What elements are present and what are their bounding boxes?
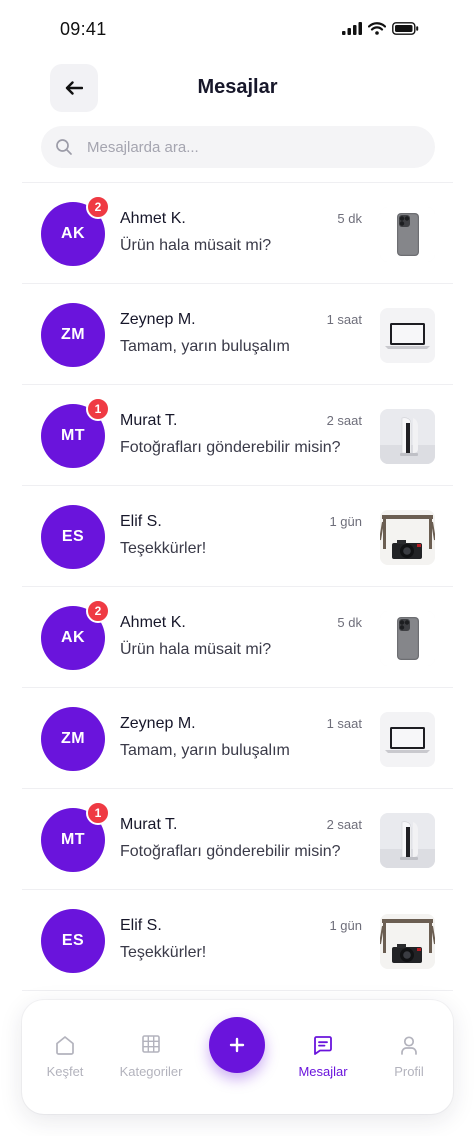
header: Mesajlar [0, 58, 475, 120]
conversation-row[interactable]: ES Elif S. 1 gün Teşekkürler! [22, 486, 453, 587]
message-preview: Ürün hala müsait mi? [120, 641, 272, 658]
status-bar: 09:41 [0, 0, 475, 58]
conversation-row[interactable]: MT 1 Murat T. 2 saat Fotoğrafları gönderebil… [22, 789, 453, 890]
product-thumbnail[interactable] [380, 712, 435, 767]
sender-name: Zeynep M. [120, 311, 196, 328]
product-thumbnail[interactable] [380, 308, 435, 363]
message-preview: Tamam, yarın buluşalım [120, 742, 290, 759]
unread-badge: 2 [86, 599, 110, 623]
search-icon [56, 139, 72, 155]
battery-icon [392, 22, 419, 35]
message-preview: Fotoğrafları gönderebilir misin? [120, 843, 341, 860]
product-thumbnail[interactable] [380, 813, 435, 868]
message-preview: Teşekkürler! [120, 944, 207, 961]
avatar: ZM [41, 707, 105, 771]
conversation-row[interactable]: AK 2 Ahmet K. 5 dk Ürün hala müsait mi? [22, 183, 453, 284]
unread-badge: 1 [86, 801, 110, 825]
message-preview: Fotoğrafları gönderebilir misin? [120, 439, 341, 456]
status-icons [342, 22, 419, 35]
cellular-signal-icon [342, 22, 362, 35]
product-thumbnail[interactable] [380, 914, 435, 969]
sender-name: Ahmet K. [120, 210, 186, 227]
conversation-list: AK 2 Ahmet K. 5 dk Ürün hala müsait mi? ZM Zey… [22, 182, 453, 991]
avatar: ZM [41, 303, 105, 367]
tab-label: Kategoriler [119, 1064, 183, 1079]
sender-name: Elif S. [120, 917, 162, 934]
message-preview: Teşekkürler! [120, 540, 207, 557]
bottom-tab-bar: Keşfet Kategoriler Mesajlar Profil [22, 1000, 453, 1114]
status-time: 09:41 [60, 19, 107, 39]
message-time: 2 saat [326, 817, 362, 832]
message-time: 5 dk [337, 615, 362, 630]
unread-badge: 2 [86, 195, 110, 219]
message-preview: Ürün hala müsait mi? [120, 237, 272, 254]
search-input[interactable] [87, 126, 417, 168]
product-thumbnail[interactable] [380, 611, 435, 666]
home-icon [22, 1034, 108, 1056]
conversation-row[interactable]: ES Elif S. 1 gün Teşekkürler! [22, 890, 453, 991]
message-time: 1 saat [326, 716, 362, 731]
search-bar[interactable] [41, 126, 435, 168]
page-title: Mesajlar [197, 76, 278, 98]
message-time: 1 saat [326, 312, 362, 327]
avatar: ES [41, 909, 105, 973]
avatar: ES [41, 505, 105, 569]
sender-name: Murat T. [120, 816, 178, 833]
add-listing-button[interactable] [209, 1017, 265, 1073]
plus-icon [229, 1037, 245, 1053]
sender-name: Murat T. [120, 412, 178, 429]
message-time: 1 gün [329, 514, 362, 529]
product-thumbnail[interactable] [380, 207, 435, 262]
tab-mesajlar[interactable]: Mesajlar [280, 1000, 366, 1114]
sender-name: Zeynep M. [120, 715, 196, 732]
conversation-row[interactable]: ZM Zeynep M. 1 saat Tamam, yarın buluşalım [22, 688, 453, 789]
tab-kesfet[interactable]: Keşfet [22, 1000, 108, 1114]
conversation-row[interactable]: MT 1 Murat T. 2 saat Fotoğrafları gönderebil… [22, 385, 453, 486]
message-icon [280, 1034, 366, 1056]
message-preview: Tamam, yarın buluşalım [120, 338, 290, 355]
message-time: 2 saat [326, 413, 362, 428]
message-time: 5 dk [337, 211, 362, 226]
tab-label: Profil [394, 1064, 424, 1079]
sender-name: Elif S. [120, 513, 162, 530]
user-icon [366, 1034, 452, 1056]
sender-name: Ahmet K. [120, 614, 186, 631]
wifi-icon [368, 22, 386, 35]
grid-icon [108, 1034, 194, 1054]
conversation-row[interactable]: AK 2 Ahmet K. 5 dk Ürün hala müsait mi? [22, 587, 453, 688]
tab-profil[interactable]: Profil [366, 1000, 452, 1114]
message-time: 1 gün [329, 918, 362, 933]
tab-kategoriler[interactable]: Kategoriler [108, 1000, 194, 1114]
product-thumbnail[interactable] [380, 510, 435, 565]
tab-label: Keşfet [46, 1064, 84, 1079]
conversation-row[interactable]: ZM Zeynep M. 1 saat Tamam, yarın buluşalım [22, 284, 453, 385]
tab-label: Mesajlar [298, 1064, 348, 1079]
unread-badge: 1 [86, 397, 110, 421]
product-thumbnail[interactable] [380, 409, 435, 464]
